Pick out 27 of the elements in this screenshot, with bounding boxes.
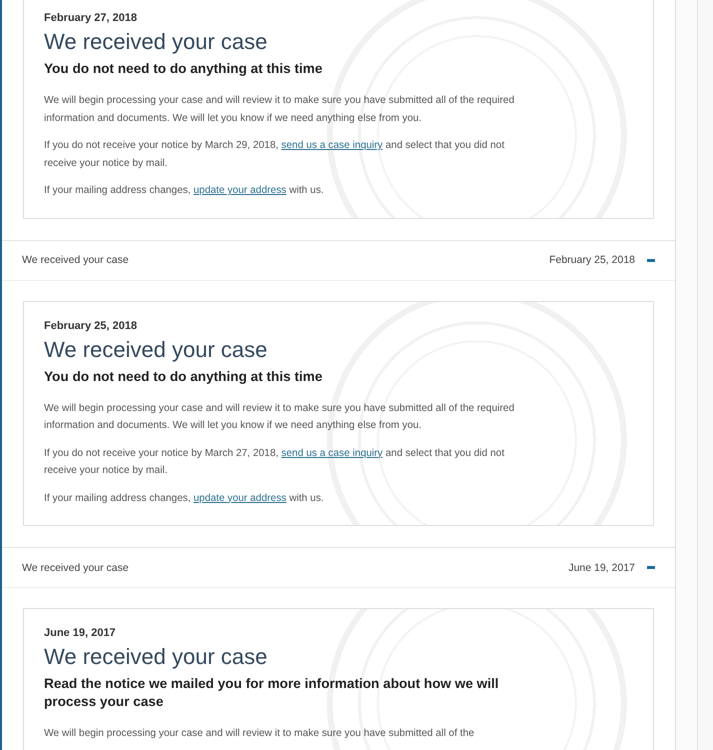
history-title: We received your case [22,562,130,574]
history-header[interactable]: We received your case June 19, 2017 [2,547,675,588]
card-title: We received your case [44,336,268,364]
card-date: February 27, 2018 [44,11,138,26]
paragraph: If you do not receive your notice by March 27, 2018, send us a case inquiry and select that you did not receive your notice by mail. [44,446,506,478]
text-link[interactable]: update your address [194,492,286,504]
text-link[interactable]: send us a case inquiry [281,448,383,458]
paragraph: If your mailing address changes, update your address with us. [44,492,325,506]
history-date: June 19, 2017 [568,562,635,574]
text-link[interactable]: update your address [194,185,286,196]
paragraph: If your mailing address changes, update your address with us. [44,184,325,198]
card-subtitle: Read the notice we mailed you for more information about how we will process your case [44,675,500,711]
card-subtitle: You do not need to do anything at this time [44,368,324,386]
history-date: February 25, 2018 [549,254,635,266]
card-subtitle: You do not need to do anything at this time [44,60,324,78]
card-title: We received your case [44,643,268,671]
paragraph: We will begin processing your case and will review it to make sure you have submitted all of the required information and documents. We will let you know if we need anything else from you. [44,402,516,433]
collapse-icon[interactable] [647,258,655,262]
paragraph: If you do not receive your notice by March 29, 2018, send us a case inquiry and select that you did not receive your notice by mail. [44,139,506,170]
history-header[interactable]: We received your case February 25, 2018 [2,240,675,280]
paragraph: We will begin processing your case and will review it to make sure you have submitted all of the required information and documents. We will let you know if we need anything else from you. [44,94,516,126]
card-title: We received your case [44,28,268,56]
text-link[interactable]: send us a case inquiry [281,140,383,151]
history-title: We received your case [22,254,130,266]
card-date: June 19, 2017 [44,626,117,641]
card-date: February 25, 2018 [44,318,138,334]
paragraph: We will begin processing your case and will review it to make sure you have submitted all of the [44,727,476,741]
